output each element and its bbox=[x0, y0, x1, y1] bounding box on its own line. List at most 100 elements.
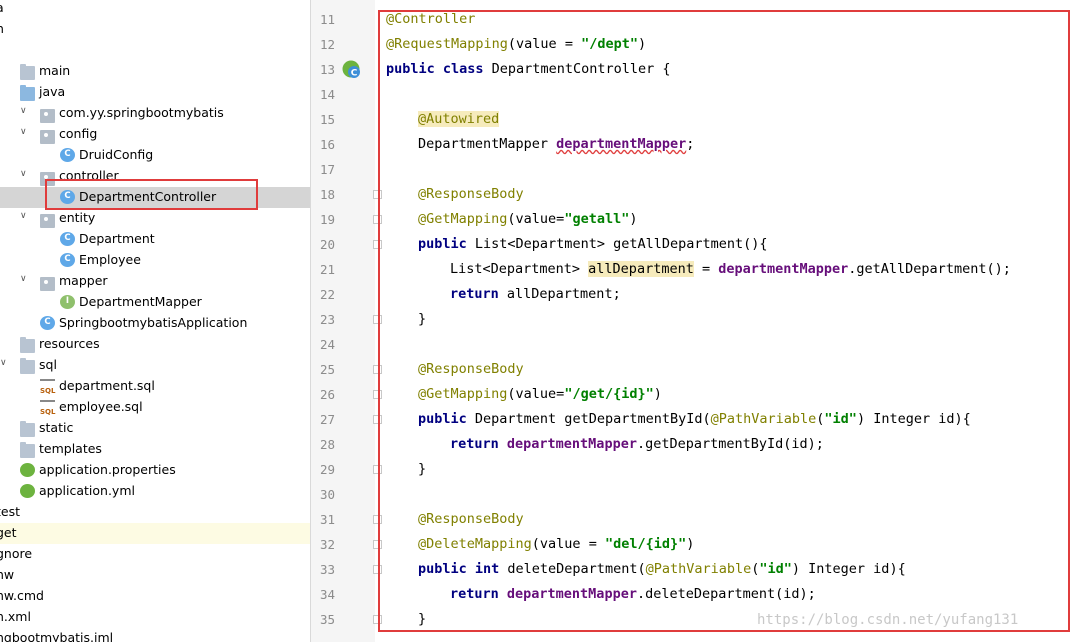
folder-icon bbox=[20, 442, 35, 458]
fold-marker-icon[interactable] bbox=[373, 315, 382, 324]
tree-item[interactable]: templates bbox=[0, 439, 310, 460]
line-number: 14 bbox=[319, 87, 335, 102]
tree-item[interactable]: a bbox=[0, 0, 310, 19]
code-line[interactable]: @DeleteMapping(value = "del/{id}") bbox=[418, 532, 694, 557]
spring-bean-icon[interactable]: C bbox=[341, 59, 361, 79]
fold-marker-icon[interactable] bbox=[373, 240, 382, 249]
tree-item[interactable]: application.yml bbox=[0, 481, 310, 502]
fold-marker-icon[interactable] bbox=[373, 465, 382, 474]
code-line[interactable]: } bbox=[418, 607, 426, 632]
line-number: 15 bbox=[319, 112, 335, 127]
tree-item-label: gnore bbox=[0, 546, 33, 561]
tree-item[interactable]: n.xml bbox=[0, 607, 310, 628]
tree-item[interactable]: main bbox=[0, 61, 310, 82]
tree-item[interactable]: C Employee bbox=[0, 250, 310, 271]
code-line[interactable]: List<Department> allDepartment = departm… bbox=[450, 257, 1011, 282]
tree-item[interactable]: SQL employee.sql bbox=[0, 397, 310, 418]
tree-item-label: nw.cmd bbox=[0, 588, 44, 603]
code-line[interactable]: @Controller bbox=[386, 7, 475, 32]
fold-marker-icon[interactable] bbox=[373, 540, 382, 549]
line-number: 28 bbox=[319, 437, 335, 452]
tree-item[interactable]: static bbox=[0, 418, 310, 439]
class-icon: C bbox=[60, 148, 75, 162]
code-line[interactable]: } bbox=[418, 307, 426, 332]
tree-item[interactable] bbox=[0, 40, 310, 61]
tree-item[interactable]: java bbox=[0, 82, 310, 103]
tree-item[interactable]: resources bbox=[0, 334, 310, 355]
tree-item[interactable]: nw bbox=[0, 565, 310, 586]
code-line[interactable]: return departmentMapper.getDepartmentByI… bbox=[450, 432, 824, 457]
tree-item[interactable]: ∨ sql bbox=[0, 355, 310, 376]
fold-marker-icon[interactable] bbox=[373, 390, 382, 399]
package-icon bbox=[40, 277, 55, 291]
fold-marker-icon[interactable] bbox=[373, 565, 382, 574]
class-icon: C bbox=[60, 232, 75, 246]
spring-config-icon bbox=[20, 484, 35, 498]
line-number: 16 bbox=[319, 137, 335, 152]
fold-marker-icon[interactable] bbox=[373, 365, 382, 374]
tree-item[interactable]: nw.cmd bbox=[0, 586, 310, 607]
chevron-down-icon[interactable]: ∨ bbox=[20, 211, 30, 223]
tree-item[interactable]: ngbootmybatis.iml bbox=[0, 628, 310, 642]
package-icon bbox=[40, 130, 55, 144]
line-number: 18 bbox=[319, 187, 335, 202]
sql-file-icon: SQL bbox=[40, 379, 55, 395]
line-number: 19 bbox=[319, 212, 335, 227]
spring-config-icon bbox=[20, 463, 35, 477]
tree-item[interactable]: ∨ entity bbox=[0, 208, 310, 229]
code-line[interactable]: return allDepartment; bbox=[450, 282, 621, 307]
fold-marker-icon[interactable] bbox=[373, 515, 382, 524]
folder-icon bbox=[20, 64, 35, 80]
chevron-down-icon[interactable]: ∨ bbox=[20, 169, 30, 181]
tree-item-label: com.yy.springbootmybatis bbox=[59, 105, 224, 120]
code-line[interactable]: DepartmentMapper departmentMapper; bbox=[418, 132, 694, 157]
line-number: 20 bbox=[319, 237, 335, 252]
chevron-down-icon[interactable]: ∨ bbox=[20, 274, 30, 286]
source-folder-icon bbox=[20, 85, 35, 101]
tree-item[interactable]: ∨ mapper bbox=[0, 271, 310, 292]
tree-item[interactable]: application.properties bbox=[0, 460, 310, 481]
code-line[interactable]: return departmentMapper.deleteDepartment… bbox=[450, 582, 816, 607]
tree-item[interactable]: test bbox=[0, 502, 310, 523]
tree-item-label: application.yml bbox=[39, 483, 135, 498]
code-line[interactable]: public int deleteDepartment(@PathVariabl… bbox=[418, 557, 906, 582]
fold-marker-icon[interactable] bbox=[373, 190, 382, 199]
tree-item[interactable]: ∨ com.yy.springbootmybatis bbox=[0, 103, 310, 124]
tree-item-label: Employee bbox=[79, 252, 141, 267]
fold-marker-icon[interactable] bbox=[373, 615, 382, 624]
chevron-down-icon[interactable]: ∨ bbox=[20, 127, 30, 139]
package-icon bbox=[40, 214, 55, 228]
tree-item[interactable]: ∨ config bbox=[0, 124, 310, 145]
tree-item[interactable]: C DruidConfig bbox=[0, 145, 310, 166]
code-line[interactable]: @ResponseBody bbox=[418, 182, 524, 207]
tree-item-label: employee.sql bbox=[59, 399, 143, 414]
tree-item-label: static bbox=[39, 420, 74, 435]
code-line[interactable]: public Department getDepartmentById(@Pat… bbox=[418, 407, 971, 432]
code-line[interactable]: public class DepartmentController { bbox=[386, 57, 670, 82]
tree-item[interactable]: get bbox=[0, 523, 310, 544]
chevron-down-icon[interactable]: ∨ bbox=[20, 106, 30, 118]
code-line[interactable]: @GetMapping(value="getall") bbox=[418, 207, 637, 232]
svg-text:C: C bbox=[351, 69, 358, 79]
tree-item-label: entity bbox=[59, 210, 96, 225]
code-line[interactable]: @Autowired bbox=[418, 107, 500, 132]
tree-item[interactable]: C SpringbootmybatisApplication bbox=[0, 313, 310, 334]
fold-marker-icon[interactable] bbox=[373, 415, 382, 424]
tree-item[interactable]: n bbox=[0, 19, 310, 40]
code-line[interactable]: public List<Department> getAllDepartment… bbox=[418, 232, 768, 257]
code-line[interactable]: @GetMapping(value="/get/{id}") bbox=[418, 382, 662, 407]
tree-item[interactable]: I DepartmentMapper bbox=[0, 292, 310, 313]
code-line[interactable]: @ResponseBody bbox=[418, 357, 524, 382]
chevron-down-icon[interactable]: ∨ bbox=[0, 358, 10, 370]
code-line[interactable]: @ResponseBody bbox=[418, 507, 524, 532]
tree-item-label: ngbootmybatis.iml bbox=[0, 630, 114, 642]
tree-item[interactable]: C Department bbox=[0, 229, 310, 250]
interface-icon: I bbox=[60, 295, 75, 309]
fold-marker-icon[interactable] bbox=[373, 215, 382, 224]
selection-highlight-box bbox=[45, 179, 258, 210]
line-number: 25 bbox=[319, 362, 335, 377]
code-line[interactable]: @RequestMapping(value = "/dept") bbox=[386, 32, 646, 57]
tree-item[interactable]: gnore bbox=[0, 544, 310, 565]
tree-item[interactable]: SQL department.sql bbox=[0, 376, 310, 397]
code-line[interactable]: } bbox=[418, 457, 426, 482]
